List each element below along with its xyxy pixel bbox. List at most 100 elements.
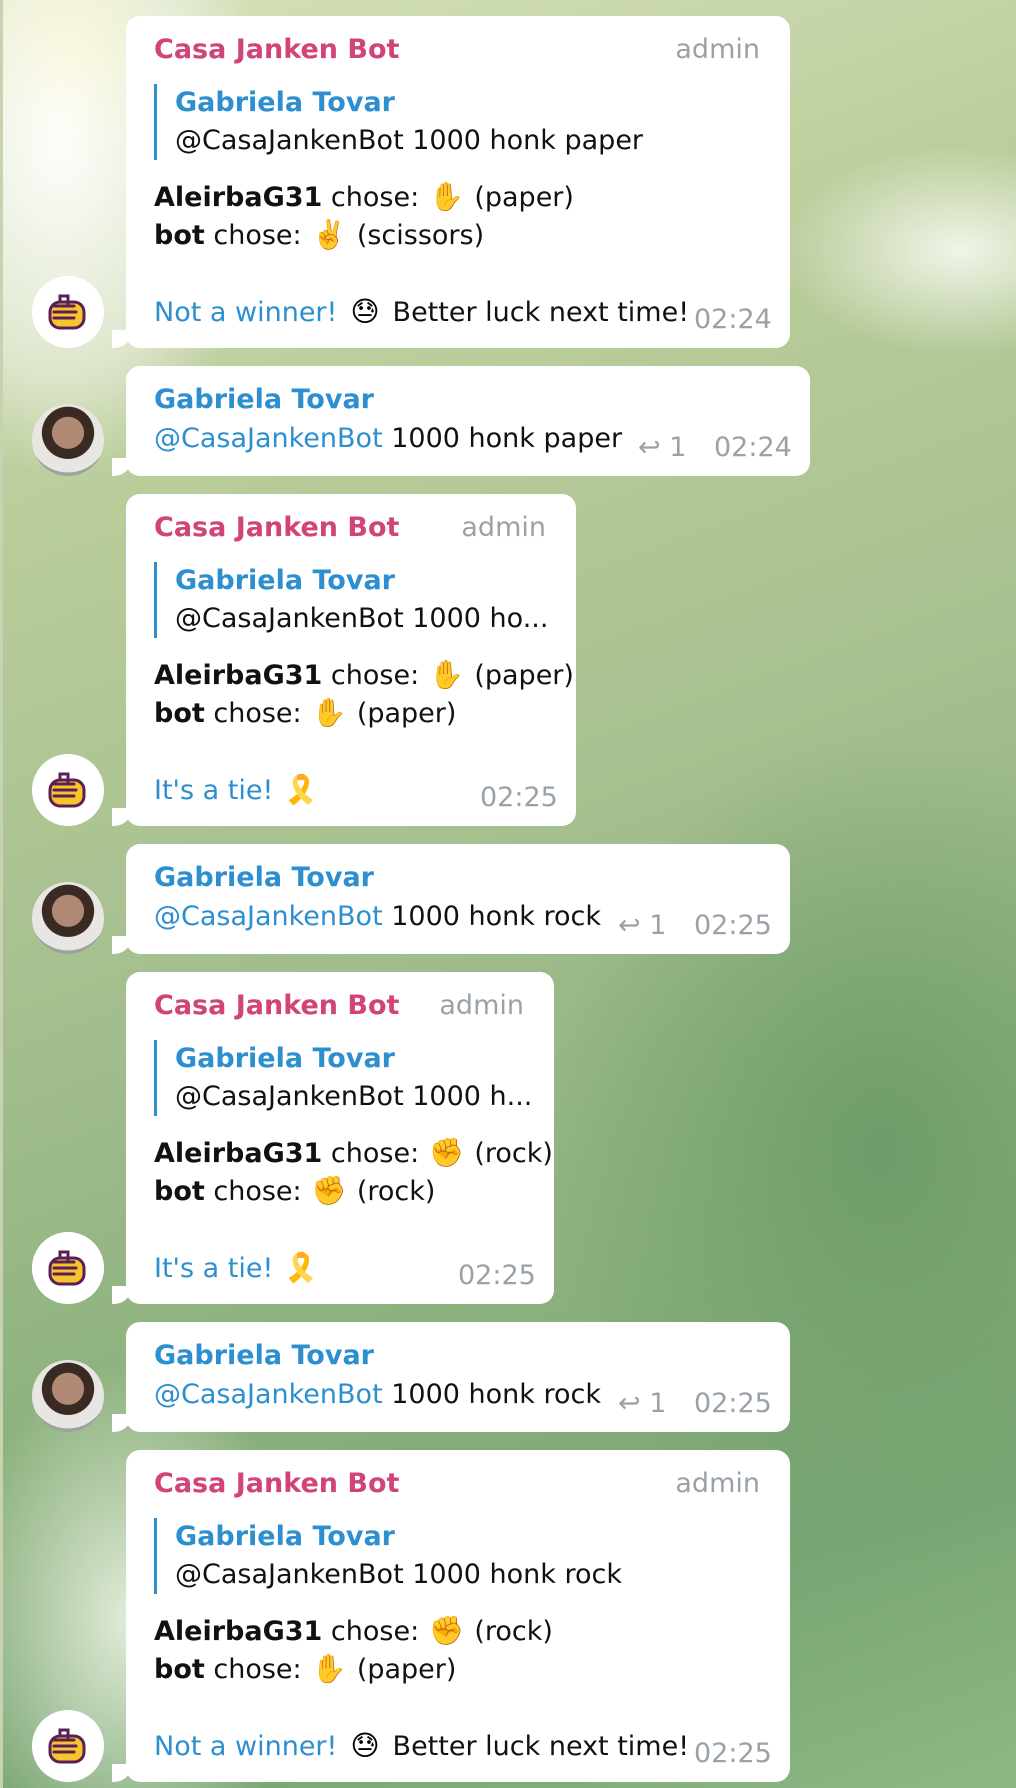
sender-name[interactable]: Casa Janken Bot — [154, 34, 399, 65]
message-body: 1000 honk paper — [391, 423, 623, 454]
bot-mention-link[interactable]: @CasaJankenBot — [154, 901, 383, 932]
player-name: AleirbaG31 — [154, 182, 323, 213]
chose-label: chose: — [204, 1654, 311, 1685]
message-time: 02:25 — [480, 782, 558, 813]
downcast-sweat-face-icon: 😓 — [350, 295, 380, 328]
sender-name[interactable]: Casa Janken Bot — [154, 1468, 399, 1499]
result-text: Better luck next time! — [392, 1731, 690, 1762]
player-choice-line: AleirbaG31 chose: ✊ (rock) — [154, 1134, 553, 1173]
reply-count-value: 1 — [649, 1388, 667, 1419]
bot-avatar[interactable] — [32, 1232, 104, 1304]
chose-label: chose: — [322, 182, 428, 213]
bot-choice-line: bot chose: ✋ (paper) — [154, 1650, 456, 1689]
message-time: 02:25 — [694, 910, 772, 941]
player-name: AleirbaG31 — [154, 660, 323, 691]
sender-name[interactable]: Casa Janken Bot — [154, 512, 399, 543]
reply-arrow-icon: ↩ — [638, 432, 661, 463]
raised-hand-icon: ✋ — [429, 180, 465, 213]
fist-hand-icon — [32, 1232, 104, 1304]
bubble-tail — [112, 808, 132, 826]
bot-label: bot — [154, 698, 205, 729]
message-time: 02:25 — [694, 1388, 772, 1419]
fist-hand-icon — [32, 276, 104, 348]
player-name: AleirbaG31 — [154, 1138, 323, 1169]
sender-name[interactable]: Gabriela Tovar — [154, 862, 374, 893]
user-avatar[interactable] — [32, 404, 104, 476]
message-text: @CasaJankenBot 1000 honk rock — [154, 898, 601, 936]
reply-count[interactable]: ↩ 1 — [618, 910, 666, 941]
quoted-sender: Gabriela Tovar — [175, 87, 395, 118]
bot-label: bot — [154, 220, 205, 251]
result-link[interactable]: Not a winner! — [154, 297, 337, 328]
fist-hand-icon — [32, 754, 104, 826]
quoted-message[interactable]: Gabriela Tovar @CasaJankenBot 1000 ho... — [154, 562, 548, 638]
sender-name[interactable]: Gabriela Tovar — [154, 384, 374, 415]
result-link[interactable]: It's a tie! — [154, 1253, 273, 1284]
player-choice: (paper) — [474, 660, 574, 691]
chose-label: chose: — [322, 660, 428, 691]
bot-choice: (rock) — [356, 1176, 436, 1207]
player-choice-line: AleirbaG31 chose: ✊ (rock) — [154, 1612, 553, 1651]
quoted-message[interactable]: Gabriela Tovar @CasaJankenBot 1000 honk … — [154, 84, 643, 160]
result-link[interactable]: It's a tie! — [154, 775, 273, 806]
message-time: 02:24 — [694, 304, 772, 335]
message-time: 02:25 — [694, 1738, 772, 1769]
quoted-text: @CasaJankenBot 1000 honk paper — [175, 125, 644, 156]
chose-label: chose: — [204, 220, 311, 251]
message-time: 02:24 — [714, 432, 792, 463]
player-name: AleirbaG31 — [154, 1616, 323, 1647]
quoted-message[interactable]: Gabriela Tovar @CasaJankenBot 1000 h... — [154, 1040, 532, 1116]
sender-name[interactable]: Gabriela Tovar — [154, 1340, 374, 1371]
message-body: 1000 honk rock — [391, 1379, 602, 1410]
bot-choice: (paper) — [356, 1654, 457, 1685]
bubble-tail — [112, 936, 132, 954]
admin-badge: admin — [439, 990, 524, 1021]
bubble-tail — [112, 1414, 132, 1432]
raised-hand-icon: ✋ — [429, 658, 465, 691]
player-choice: (rock) — [474, 1616, 553, 1647]
reply-count-value: 1 — [669, 432, 687, 463]
chat-left-border — [0, 0, 3, 1788]
quoted-sender: Gabriela Tovar — [175, 1043, 395, 1074]
bot-mention-link[interactable]: @CasaJankenBot — [154, 1379, 383, 1410]
player-choice: (paper) — [474, 182, 574, 213]
quoted-message[interactable]: Gabriela Tovar @CasaJankenBot 1000 honk … — [154, 1518, 622, 1594]
reply-count[interactable]: ↩ 1 — [618, 1388, 666, 1419]
result-line: It's a tie! 🎗️ — [154, 1248, 320, 1289]
message-body: 1000 honk rock — [391, 901, 602, 932]
user-avatar[interactable] — [32, 1360, 104, 1432]
bubble-tail — [112, 1286, 132, 1304]
result-line: It's a tie! 🎗️ — [154, 770, 320, 811]
chose-label: chose: — [322, 1616, 428, 1647]
yellow-ribbon-icon: 🎗️ — [283, 773, 319, 806]
admin-badge: admin — [675, 1468, 760, 1499]
bot-mention-link[interactable]: @CasaJankenBot — [154, 423, 383, 454]
result-link[interactable]: Not a winner! — [154, 1731, 337, 1762]
bubble-tail — [112, 330, 132, 348]
chose-label: chose: — [322, 1138, 428, 1169]
downcast-sweat-face-icon: 😓 — [350, 1729, 380, 1762]
quoted-sender: Gabriela Tovar — [175, 1521, 395, 1552]
player-choice-line: AleirbaG31 chose: ✋ (paper) — [154, 178, 574, 217]
reply-arrow-icon: ↩ — [618, 910, 641, 941]
sender-name[interactable]: Casa Janken Bot — [154, 990, 399, 1021]
bot-choice-line: bot chose: ✊ (rock) — [154, 1172, 435, 1211]
bubble-tail — [112, 1764, 132, 1782]
fist-hand-icon — [32, 1710, 104, 1782]
raised-hand-icon: ✋ — [311, 696, 347, 729]
bot-avatar[interactable] — [32, 276, 104, 348]
bot-choice-line: bot chose: ✋ (paper) — [154, 694, 456, 733]
bot-avatar[interactable] — [32, 1710, 104, 1782]
bot-choice: (scissors) — [356, 220, 485, 251]
user-avatar[interactable] — [32, 882, 104, 954]
reply-count[interactable]: ↩ 1 — [638, 432, 686, 463]
raised-fist-icon: ✊ — [311, 1174, 347, 1207]
chose-label: chose: — [204, 698, 311, 729]
player-choice: (rock) — [474, 1138, 553, 1169]
bot-avatar[interactable] — [32, 754, 104, 826]
result-text: Better luck next time! — [392, 297, 690, 328]
bot-choice-line: bot chose: ✌️ (scissors) — [154, 216, 484, 255]
reply-count-value: 1 — [649, 910, 667, 941]
quoted-text: @CasaJankenBot 1000 ho... — [175, 603, 549, 634]
message-time: 02:25 — [458, 1260, 536, 1291]
